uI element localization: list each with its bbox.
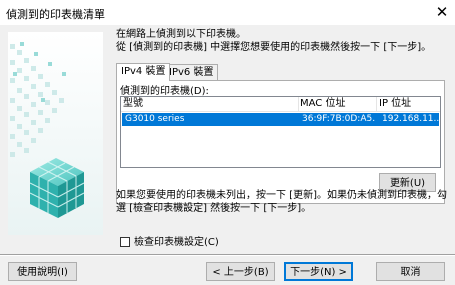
- printer-model: G3010 series: [125, 114, 185, 124]
- next-button[interactable]: 下一步(N) >: [284, 262, 353, 281]
- printer-row[interactable]: G3010 series 36:9F:7B:0D:A5... 192.168.1…: [122, 113, 439, 126]
- check-printer-settings[interactable]: 檢查印表機設定(C): [120, 237, 219, 250]
- dialog-body: 在網路上偵測到以下印表機。 從 [偵測到的印表機] 中選擇您想要使用的印表機然後…: [0, 25, 455, 285]
- column-header-ip[interactable]: IP 位址: [377, 97, 442, 111]
- printer-cubes-illustration: [8, 32, 103, 235]
- cubes-graphic: [8, 32, 103, 235]
- intro-text: 在網路上偵測到以下印表機。 從 [偵測到的印表機] 中選擇您想要使用的印表機然後…: [116, 28, 431, 54]
- printer-list-header: 型號 MAC 位址 IP 位址: [121, 97, 440, 112]
- help-button[interactable]: 使用說明(I): [8, 262, 77, 281]
- cancel-button[interactable]: 取消: [376, 262, 445, 281]
- title-bar: 偵測到的印表機清單 ✕: [0, 0, 455, 25]
- tab-ipv4[interactable]: IPv4 裝置: [116, 63, 171, 81]
- printer-mac: 36:9F:7B:0D:A5...: [302, 114, 375, 124]
- printer-list[interactable]: 型號 MAC 位址 IP 位址 G3010 series 36:9F:7B:0D…: [120, 96, 441, 168]
- printer-list-label: 偵測到的印表機(D):: [120, 86, 209, 97]
- tab-ipv6[interactable]: IPv6 裝置: [164, 64, 219, 80]
- printer-ip: 192.168.11....: [382, 114, 439, 124]
- check-printer-settings-label: 檢查印表機設定(C): [134, 237, 219, 248]
- check-printer-settings-checkbox[interactable]: [120, 237, 130, 247]
- intro-line-1: 在網路上偵測到以下印表機。: [116, 29, 246, 40]
- back-button[interactable]: < 上一步(B): [206, 262, 275, 281]
- footer-divider: [0, 254, 455, 256]
- column-header-model[interactable]: 型號: [121, 97, 299, 111]
- tab-panel-ipv4: 偵測到的印表機(D): 型號 MAC 位址 IP 位址 G3010 series…: [116, 80, 445, 204]
- window-title: 偵測到的印表機清單: [6, 8, 105, 21]
- column-header-mac[interactable]: MAC 位址: [298, 97, 377, 111]
- intro-line-2: 從 [偵測到的印表機] 中選擇您想要使用的印表機然後按一下 [下一步]。: [116, 42, 432, 53]
- hint-text: 如果您要使用的印表機未列出，按一下 [更新]。如果仍未偵測到印表機，勾選 [檢查…: [116, 190, 447, 214]
- close-icon[interactable]: ✕: [435, 3, 449, 21]
